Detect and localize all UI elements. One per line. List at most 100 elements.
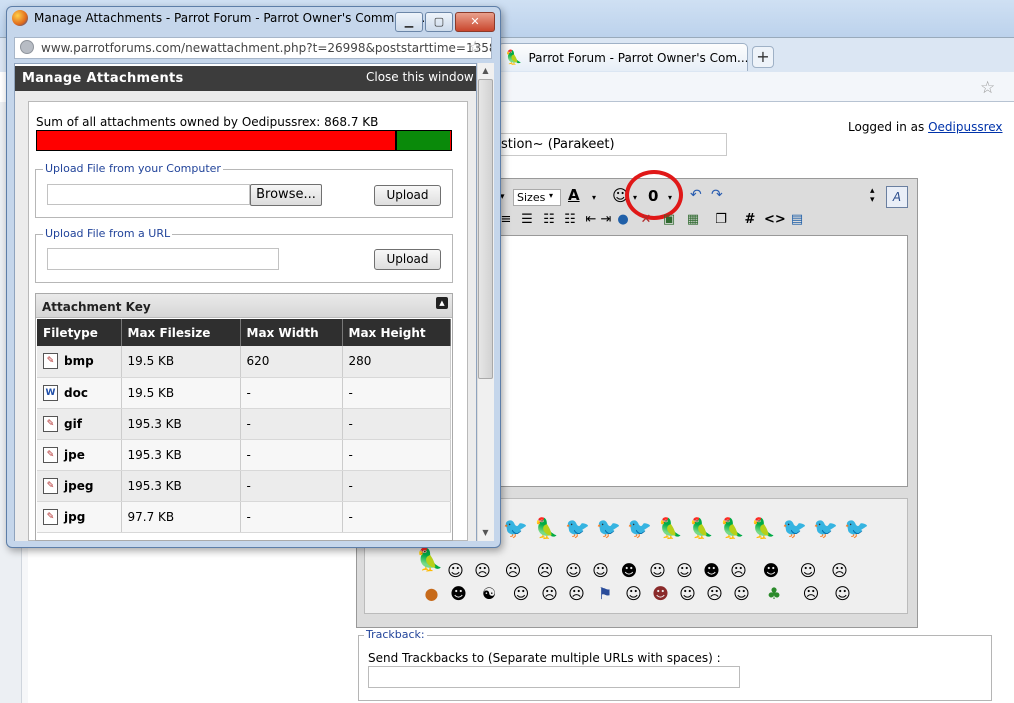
php-code-icon[interactable]: ▤	[788, 211, 806, 229]
frown-face-icon[interactable]: ☹	[469, 560, 496, 582]
parrot-smilie-icon[interactable]: 🐦	[593, 513, 624, 543]
laugh-face-icon[interactable]: ☻	[445, 583, 472, 605]
max-filesize-cell: 19.5 KB	[121, 346, 241, 378]
code-icon[interactable]: <>	[764, 211, 786, 229]
nervous-face-icon[interactable]: ☹	[536, 583, 563, 605]
parrot-smilie-icon[interactable]: 🦜	[717, 513, 748, 543]
scroll-up-arrow-icon[interactable]: ▲	[477, 63, 494, 79]
message-textarea[interactable]	[496, 235, 908, 487]
clover-icon[interactable]: ♣	[755, 583, 793, 605]
parrot-smilie-icon[interactable]: 🦜	[416, 548, 443, 573]
attachment-key-table: Filetype Max Filesize Max Width Max Heig…	[37, 319, 451, 533]
parrot-smilie-icon[interactable]: 🐦	[624, 513, 655, 543]
indent-icon[interactable]: ⇥	[597, 211, 615, 229]
maximize-button[interactable]: ▢	[425, 12, 453, 32]
filetype-cell: ✎ gif	[37, 408, 122, 440]
popup-bookmark-star-icon[interactable]: ☆	[468, 37, 482, 56]
sleep-face-icon[interactable]: ☺	[790, 560, 826, 582]
worried-face-icon[interactable]: ☹	[701, 583, 728, 605]
switch-editor-mode-icon[interactable]: A	[886, 186, 908, 208]
redo-icon[interactable]: ↷	[711, 187, 723, 203]
parrot-smilie-icon[interactable]: 🦜	[748, 513, 779, 543]
angel-face-icon[interactable]: ☺	[829, 583, 856, 605]
font-color-icon[interactable]: A	[568, 186, 580, 204]
shock-face-icon[interactable]: ☹	[826, 560, 853, 582]
idea-face-icon[interactable]: ☺	[506, 583, 536, 605]
whistle-face-icon[interactable]: ☺	[674, 583, 701, 605]
bookmark-star-icon[interactable]: ☆	[980, 78, 995, 98]
tongue-out-face-icon[interactable]: ☺	[728, 583, 755, 605]
parrot-smilie-icon[interactable]: 🦜	[655, 513, 686, 543]
pumpkin-icon[interactable]: ●	[418, 583, 445, 605]
resize-editor-icon[interactable]: ▴ ▾	[870, 187, 875, 205]
wink-face-icon[interactable]: ☺	[587, 560, 614, 582]
font-size-arrow-icon[interactable]: ▾	[549, 191, 553, 200]
close-window-button[interactable]: ✕	[455, 12, 495, 32]
site-identity-icon[interactable]	[20, 40, 34, 54]
parrot-smilie-icon[interactable]: 🦜	[686, 513, 717, 543]
neutral-face-icon[interactable]: ☺	[620, 583, 647, 605]
word-document-icon: W	[43, 384, 58, 401]
eek-face-icon[interactable]: ☹	[725, 560, 752, 582]
max-width-cell: -	[240, 439, 343, 471]
browse-button[interactable]: Browse...	[250, 184, 322, 206]
hash-icon[interactable]: #	[741, 211, 759, 229]
trackback-urls-input[interactable]	[368, 666, 740, 688]
flag-icon[interactable]: ⚑	[590, 583, 620, 605]
parrot-smilie-icon[interactable]: 🐦	[779, 513, 810, 543]
background-navbar	[498, 72, 1014, 102]
parrot-smilie-icon[interactable]: 🐦	[810, 513, 841, 543]
smile-face-icon[interactable]: ☺	[442, 560, 469, 582]
confused-face-icon[interactable]: ☹	[496, 560, 530, 582]
popup-url-bar[interactable]: www.parrotforums.com/newattachment.php?t…	[14, 37, 492, 59]
parrot-smilie-icon[interactable]: 🦜	[531, 513, 562, 543]
nerd-face-icon[interactable]: ☻	[752, 560, 790, 582]
parrot-smilie-icon[interactable]: 🐦	[500, 513, 531, 543]
filetype-label: bmp	[64, 354, 94, 369]
scrollbar-thumb[interactable]	[478, 79, 493, 379]
grin-face-icon[interactable]: ☻	[614, 560, 644, 582]
username-link[interactable]: Oedipussrex	[928, 120, 1002, 134]
trackback-label: Send Trackbacks to (Separate multiple UR…	[368, 651, 721, 665]
popup-header-title: Manage Attachments	[22, 71, 184, 86]
parrot-smilie-icon[interactable]: 🐦	[841, 513, 872, 543]
close-this-window-link[interactable]: Close this window	[366, 70, 474, 84]
file-path-input[interactable]	[47, 184, 250, 205]
cool-face-icon[interactable]: ☻	[698, 560, 725, 582]
upload-file-button[interactable]: Upload	[374, 185, 441, 206]
insert-image-icon[interactable]: ▣	[660, 211, 678, 229]
remove-link-icon[interactable]: ✕	[637, 211, 655, 229]
insert-picture-icon[interactable]: ▦	[684, 211, 702, 229]
align-left-icon[interactable]: ☰	[518, 211, 536, 229]
upload-url-button[interactable]: Upload	[374, 249, 441, 270]
mad-face-icon[interactable]: ☹	[530, 560, 560, 582]
font-size-select[interactable]: Sizes	[513, 189, 561, 206]
background-tab[interactable]: 🦜 Parrot Forum - Parrot Owner's Com...	[498, 43, 748, 71]
minimize-button[interactable]: ▁	[395, 12, 423, 32]
popup-window-title: Manage Attachments - Parrot Forum - Parr…	[34, 11, 429, 25]
angry-face-icon[interactable]: ☹	[563, 583, 590, 605]
roll-eyes-face-icon[interactable]: ☺	[671, 560, 698, 582]
numbered-list-icon[interactable]: ☷	[540, 211, 558, 229]
new-tab-button[interactable]: +	[752, 46, 774, 68]
dizzy-face-icon[interactable]: ☹	[793, 583, 829, 605]
collapse-icon[interactable]: ▲	[436, 297, 448, 309]
blush-face-icon[interactable]: ☺	[644, 560, 671, 582]
tongue-face-icon[interactable]: ☺	[560, 560, 587, 582]
scroll-down-arrow-icon[interactable]: ▼	[477, 525, 494, 541]
parrot-smilie-icon[interactable]: 🐦	[562, 513, 593, 543]
thread-title-input[interactable]: estion~ (Parakeet)	[486, 133, 727, 156]
table-row: ✎ jpe 195.3 KB - -	[37, 439, 451, 471]
bullet-list-icon[interactable]: ☷	[561, 211, 579, 229]
undo-icon[interactable]: ↶	[690, 187, 702, 203]
max-height-cell: -	[342, 377, 451, 409]
quote-icon[interactable]: ❐	[712, 211, 730, 229]
insert-link-icon[interactable]: ●	[614, 211, 632, 229]
column-header-filetype: Filetype	[37, 319, 122, 346]
max-width-cell: -	[240, 501, 343, 533]
font-color-arrow-icon[interactable]: ▾	[592, 193, 596, 202]
filetype-cell: Wdoc	[37, 377, 122, 409]
yin-yang-icon[interactable]: ☯	[472, 583, 506, 605]
file-url-input[interactable]	[47, 248, 279, 270]
girl-face-icon[interactable]: ☻	[647, 583, 674, 605]
